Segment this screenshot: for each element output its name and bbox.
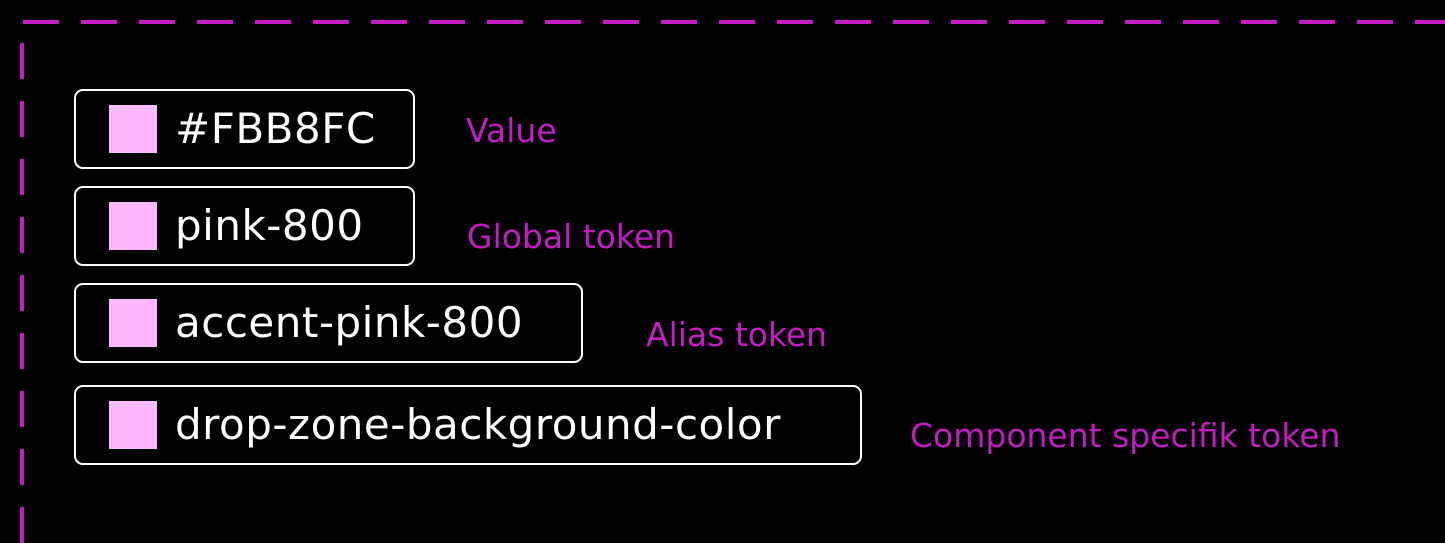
token-chip-component: drop-zone-background-color: [74, 385, 862, 465]
color-swatch: [109, 105, 157, 153]
token-caption-alias: Alias token: [646, 315, 828, 354]
token-caption-value: Value: [466, 111, 557, 150]
color-swatch: [109, 299, 157, 347]
color-swatch: [109, 202, 157, 250]
token-chip-label: drop-zone-background-color: [175, 400, 781, 449]
color-swatch: [109, 401, 157, 449]
token-chip-label: #FBB8FC: [175, 104, 376, 153]
token-chip-label: accent-pink-800: [175, 298, 524, 347]
token-chip-alias: accent-pink-800: [74, 283, 583, 363]
token-caption-global: Global token: [467, 217, 676, 256]
token-diagram: #FBB8FC Value pink-800 Global token acce…: [0, 0, 1445, 543]
token-chip-value: #FBB8FC: [74, 89, 415, 169]
token-caption-component: Component specifik token: [910, 416, 1341, 455]
token-chip-label: pink-800: [175, 201, 364, 250]
token-chip-global: pink-800: [74, 186, 415, 266]
